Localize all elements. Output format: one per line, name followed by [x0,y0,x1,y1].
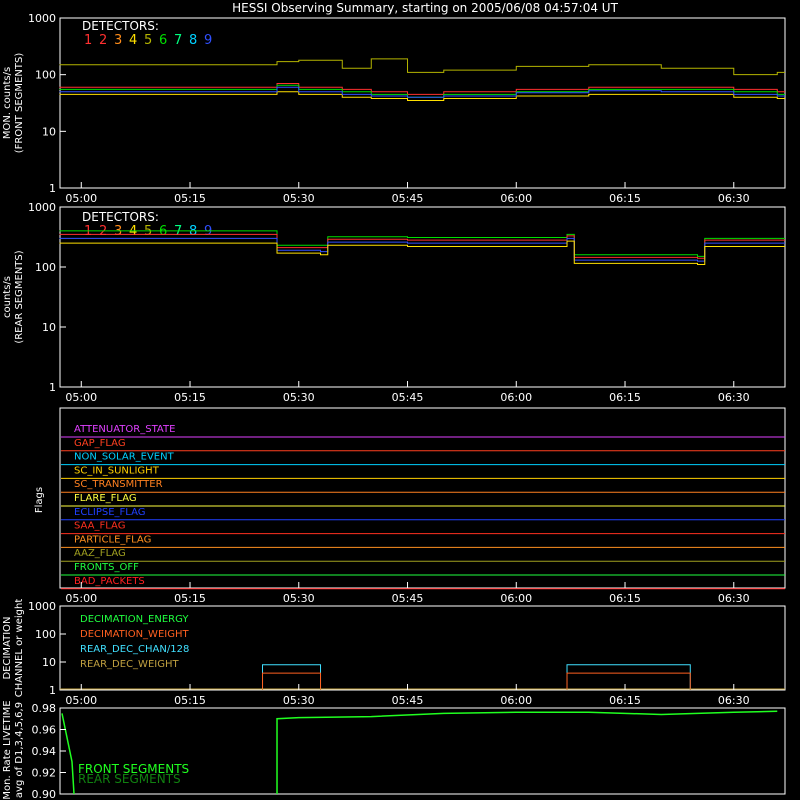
flag-label: AAZ_FLAG [74,548,126,559]
legend-digit: 4 [129,33,137,48]
x-tick-label: 05:45 [392,694,424,707]
flag-label: FRONTS_OFF [74,562,139,573]
legend-digit: 2 [99,224,107,239]
y-tick-label: 1000 [28,600,56,613]
decimation-ylabel-1: DECIMATION [2,616,13,679]
x-tick-label: 05:00 [65,592,97,605]
y-tick-label: 100 [35,628,56,641]
y-tick-label: 0.98 [32,702,57,715]
legend-digit: 5 [144,33,152,48]
livetime-legend-entry: REAR SEGMENTS [78,772,181,786]
x-tick-label: 06:30 [718,192,750,205]
legend-digit: 8 [189,224,197,239]
flag-label: SC_TRANSMITTER [74,479,163,490]
x-tick-label: 05:00 [65,694,97,707]
front-ylabel-2: (FRONT SEGMENTS) [14,53,25,154]
decimation-legend-entry: DECIMATION_WEIGHT [80,629,189,640]
x-tick-label: 05:30 [283,192,315,205]
decimation-legend-entry: REAR_DEC_CHAN/128 [80,644,189,655]
observing-summary-chart: HESSI Observing Summary, starting on 200… [0,0,800,800]
legend-digit: 6 [159,33,167,48]
x-tick-label: 06:30 [718,694,750,707]
flag-label: NON_SOLAR_EVENT [74,452,175,463]
flag-label: ATTENUATOR_STATE [74,424,175,435]
y-tick-label: 0.92 [32,767,57,780]
decimation-ylabel-2: CHANNEL or weight [14,599,25,698]
legend-digit: 6 [159,224,167,239]
x-tick-label: 05:45 [392,192,424,205]
front-legend-digits: 123456789 [84,33,212,48]
flag-label: ECLIPSE_FLAG [74,507,145,518]
flags-ylabel: Flags [34,487,45,513]
y-tick-label: 100 [35,261,56,274]
y-tick-label: 1 [49,381,56,394]
x-tick-label: 05:00 [65,391,97,404]
x-tick-label: 06:15 [609,391,641,404]
x-tick-label: 06:30 [718,592,750,605]
legend-digit: 3 [114,224,122,239]
y-tick-label: 0.96 [32,724,57,737]
x-tick-label: 06:15 [609,592,641,605]
x-tick-label: 06:15 [609,192,641,205]
rear-ylabel-2: (REAR SEGMENTS) [14,250,25,343]
decimation-legend-entry: DECIMATION_ENERGY [80,614,189,625]
flag-label: GAP_FLAG [74,438,126,449]
x-tick-label: 06:00 [500,192,532,205]
y-tick-label: 1 [49,684,56,697]
y-tick-label: 10 [42,321,56,334]
x-tick-label: 05:45 [392,592,424,605]
livetime-ylabel-2: avg of D1,3,4,5,6,9 [14,702,25,798]
rear-ylabel-1: counts/s [2,276,13,318]
x-tick-label: 05:15 [174,391,206,404]
y-tick-label: 1 [49,182,56,195]
x-tick-label: 05:30 [283,391,315,404]
y-tick-label: 1000 [28,201,56,214]
y-tick-label: 10 [42,656,56,669]
rear-legend-title: DETECTORS: [82,210,159,224]
y-tick-label: 100 [35,69,56,82]
y-tick-label: 1000 [28,12,56,25]
rear-legend-digits: 123456789 [84,224,212,239]
x-tick-label: 05:15 [174,192,206,205]
legend-digit: 2 [99,33,107,48]
front-ylabel-1: MON. counts/s [2,67,13,139]
legend-digit: 3 [114,33,122,48]
livetime-ylabel-1: Mon. Rate LIVETIME [2,700,13,799]
y-tick-label: 0.90 [32,788,57,800]
front-legend-title: DETECTORS: [82,19,159,33]
x-tick-label: 06:30 [718,391,750,404]
x-tick-label: 06:00 [500,592,532,605]
livetime-legend: FRONT SEGMENTSREAR SEGMENTS [78,762,189,786]
flag-label: SC_IN_SUNLIGHT [74,465,160,476]
legend-digit: 1 [84,33,92,48]
legend-digit: 7 [174,224,182,239]
legend-digit: 9 [204,224,212,239]
x-tick-label: 06:15 [609,694,641,707]
x-tick-label: 05:00 [65,192,97,205]
legend-digit: 1 [84,224,92,239]
chart-title: HESSI Observing Summary, starting on 200… [232,1,618,15]
y-tick-label: 10 [42,125,56,138]
x-tick-label: 05:15 [174,694,206,707]
x-tick-label: 05:45 [392,391,424,404]
legend-digit: 7 [174,33,182,48]
y-tick-label: 0.94 [32,745,57,758]
legend-digit: 5 [144,224,152,239]
x-tick-label: 05:30 [283,592,315,605]
legend-digit: 9 [204,33,212,48]
x-tick-label: 05:30 [283,694,315,707]
flag-label: SAA_FLAG [74,521,125,532]
decimation-legend-entry: REAR_DEC_WEIGHT [80,659,179,670]
x-tick-label: 06:00 [500,694,532,707]
x-tick-label: 06:00 [500,391,532,404]
flag-label: PARTICLE_FLAG [74,534,151,545]
x-tick-label: 05:15 [174,592,206,605]
legend-digit: 4 [129,224,137,239]
legend-digit: 8 [189,33,197,48]
flag-label: FLARE_FLAG [74,493,137,504]
flag-label: BAD_PACKETS [74,576,145,587]
